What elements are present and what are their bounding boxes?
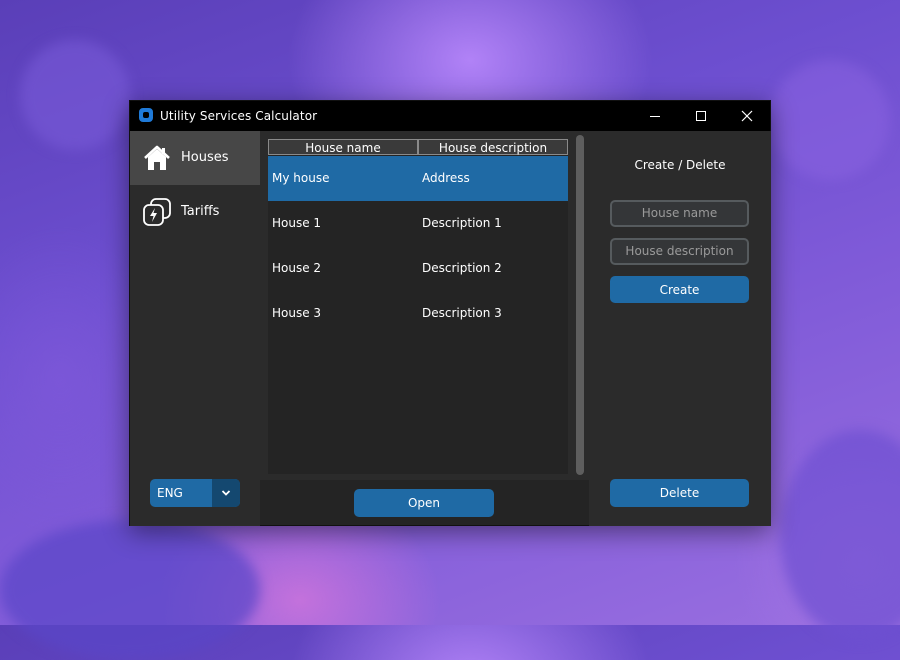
language-value: ENG xyxy=(157,486,183,500)
sidebar: Houses Tariffs ENG xyxy=(130,131,260,526)
create-button[interactable]: Create xyxy=(610,276,749,303)
app-logo-icon xyxy=(139,108,153,122)
house-name-cell: House 1 xyxy=(272,216,322,230)
houses-table-frame: House name House description My house Ad… xyxy=(260,131,589,480)
open-button[interactable]: Open xyxy=(354,489,494,517)
language-dropdown-button[interactable] xyxy=(212,479,240,507)
houses-table: House name House description My house Ad… xyxy=(268,139,568,474)
scrollbar-thumb[interactable] xyxy=(576,135,584,475)
create-delete-panel: Create / Delete House name House descrip… xyxy=(589,131,771,526)
house-description-cell: Address xyxy=(422,171,470,185)
house-icon xyxy=(144,145,170,170)
table-row[interactable]: House 2 Description 2 xyxy=(268,246,568,291)
sidebar-item-label: Tariffs xyxy=(181,204,220,219)
house-name-input[interactable]: House name xyxy=(610,200,749,227)
sidebar-item-houses[interactable]: Houses xyxy=(130,131,260,185)
minimize-icon xyxy=(650,116,660,117)
lightning-icon xyxy=(143,198,171,226)
column-header-house-description[interactable]: House description xyxy=(418,139,568,155)
table-row[interactable]: My house Address xyxy=(268,156,568,201)
house-description-cell: Description 3 xyxy=(422,306,502,320)
table-row[interactable]: House 3 Description 3 xyxy=(268,291,568,336)
title-bar[interactable]: Utility Services Calculator xyxy=(130,101,770,131)
table-row[interactable]: House 1 Description 1 xyxy=(268,201,568,246)
house-description-input[interactable]: House description xyxy=(610,238,749,265)
column-header-house-name[interactable]: House name xyxy=(268,139,418,155)
sidebar-item-tariffs[interactable]: Tariffs xyxy=(130,185,260,239)
house-description-cell: Description 1 xyxy=(422,216,502,230)
house-name-cell: My house xyxy=(272,171,330,185)
chevron-down-icon xyxy=(221,490,231,496)
panel-title: Create / Delete xyxy=(634,158,726,172)
delete-button[interactable]: Delete xyxy=(610,479,749,507)
window-title: Utility Services Calculator xyxy=(160,109,318,123)
app-window: Utility Services Calculator Houses Tarif… xyxy=(129,100,771,526)
minimize-button[interactable] xyxy=(632,101,678,131)
close-button[interactable] xyxy=(724,101,770,131)
maximize-icon xyxy=(696,111,706,121)
close-icon xyxy=(741,110,753,122)
language-select[interactable]: ENG xyxy=(150,479,240,507)
house-description-cell: Description 2 xyxy=(422,261,502,275)
maximize-button[interactable] xyxy=(678,101,724,131)
house-name-cell: House 2 xyxy=(272,261,322,275)
sidebar-item-label: Houses xyxy=(181,150,229,165)
house-name-cell: House 3 xyxy=(272,306,322,320)
